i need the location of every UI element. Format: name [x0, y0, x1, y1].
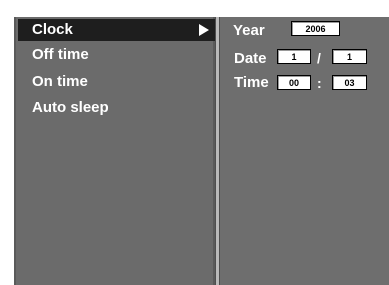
menu-item-auto-sleep[interactable]: Auto sleep: [18, 97, 215, 119]
year-label: Year: [233, 22, 265, 39]
time-label: Time: [234, 74, 269, 91]
clock-settings-panel: Year 2006 Date 1 / 1 Time 00 : 03: [220, 17, 389, 285]
menu-item-label: On time: [32, 73, 88, 90]
date-separator: /: [317, 50, 321, 66]
time-hour-field[interactable]: 00: [277, 75, 311, 90]
menu-panel: Clock Off time On time Auto sleep: [14, 17, 215, 285]
time-minute-field[interactable]: 03: [332, 75, 367, 90]
menu-item-label: Off time: [32, 46, 89, 63]
menu-item-clock[interactable]: Clock: [18, 19, 215, 41]
menu-item-label: Auto sleep: [32, 99, 109, 116]
date-day-field[interactable]: 1: [332, 49, 367, 64]
menu-item-on-time[interactable]: On time: [18, 71, 215, 93]
date-month-field[interactable]: 1: [277, 49, 311, 64]
menu-item-off-time[interactable]: Off time: [18, 44, 215, 66]
year-field[interactable]: 2006: [291, 21, 340, 36]
menu-item-label: Clock: [32, 21, 73, 38]
time-separator: :: [317, 75, 322, 91]
right-triangle-icon: [199, 24, 209, 36]
date-label: Date: [234, 50, 267, 67]
